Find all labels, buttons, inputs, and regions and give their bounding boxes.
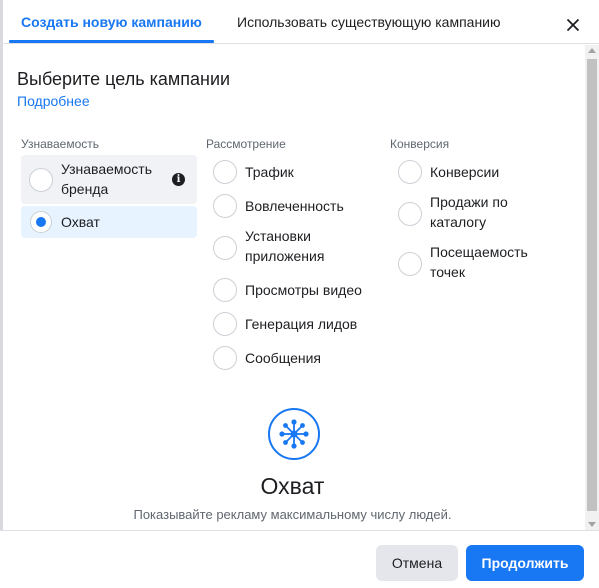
continue-button[interactable]: Продолжить — [466, 545, 584, 581]
column-title-conversion: Конверсия — [390, 137, 450, 151]
column-title-awareness: Узнаваемость — [21, 137, 100, 151]
objective-video-views[interactable]: Просмотры видео — [205, 276, 375, 306]
scrollbar-thumb[interactable] — [587, 59, 597, 511]
objective-traffic[interactable]: Трафик — [205, 158, 375, 188]
radio-button[interactable] — [398, 202, 422, 226]
page-title: Выберите цель кампании — [17, 69, 231, 89]
radio-button[interactable] — [213, 236, 237, 260]
objective-engagement[interactable]: Вовлеченность — [205, 192, 375, 222]
objective-preview-title: Охват — [260, 473, 325, 499]
objective-label: Продажи по каталогу — [430, 194, 508, 230]
radio-button[interactable] — [213, 160, 237, 184]
objective-lead-generation[interactable]: Генерация лидов — [205, 310, 375, 340]
objective-app-installs[interactable]: Установки приложения — [205, 228, 375, 264]
scroll-up-icon[interactable] — [588, 48, 596, 53]
objective-reach[interactable]: Охват — [21, 206, 197, 238]
objective-label: Трафик — [245, 164, 294, 180]
close-icon — [566, 18, 580, 32]
dialog-footer: Отмена Продолжить — [0, 530, 599, 588]
objective-label: Вовлеченность — [245, 198, 344, 214]
objective-catalog-sales[interactable]: Продажи по каталогу — [390, 194, 560, 230]
tab-create-new-campaign[interactable]: Создать новую кампанию — [21, 14, 202, 30]
learn-more-link[interactable]: Подробнее — [17, 93, 90, 109]
radio-button[interactable] — [213, 346, 237, 370]
column-title-consideration: Рассмотрение — [206, 137, 286, 151]
objective-label: Посещаемость точек — [430, 244, 528, 280]
info-icon[interactable]: i — [172, 173, 185, 186]
objective-conversions[interactable]: Конверсии — [390, 158, 560, 188]
reach-network-icon — [268, 408, 320, 460]
objective-panel: Выберите цель кампании Подробнее Узнавае… — [0, 45, 585, 530]
radio-button[interactable] — [29, 168, 53, 192]
campaign-tabs: Создать новую кампанию Использовать суще… — [0, 0, 599, 44]
radio-button[interactable] — [398, 160, 422, 184]
objective-label: Сообщения — [245, 350, 321, 366]
objective-brand-awareness[interactable]: Узнаваемость бренда i — [21, 155, 197, 204]
radio-button-selected[interactable] — [30, 211, 52, 233]
objective-label: Установки приложения — [245, 228, 325, 264]
objective-label: Конверсии — [430, 164, 500, 180]
cancel-button[interactable]: Отмена — [376, 545, 458, 581]
radio-button[interactable] — [213, 312, 237, 336]
scroll-down-icon[interactable] — [588, 522, 596, 527]
objective-label: Охват — [61, 214, 100, 230]
objective-label: Узнаваемость бренда — [61, 161, 153, 197]
radio-button[interactable] — [398, 252, 422, 276]
objective-store-traffic[interactable]: Посещаемость точек — [390, 244, 560, 280]
active-tab-indicator — [9, 40, 214, 43]
objective-preview-description: Показывайте рекламу максимальному числу … — [133, 507, 452, 522]
vertical-scrollbar[interactable] — [585, 45, 599, 530]
tab-use-existing-campaign[interactable]: Использовать существующую кампанию — [237, 14, 501, 30]
radio-button[interactable] — [213, 278, 237, 302]
objective-messages[interactable]: Сообщения — [205, 344, 375, 374]
radio-button[interactable] — [213, 194, 237, 218]
close-button[interactable] — [563, 15, 583, 35]
objective-label: Генерация лидов — [245, 316, 358, 332]
objective-label: Просмотры видео — [245, 282, 362, 298]
